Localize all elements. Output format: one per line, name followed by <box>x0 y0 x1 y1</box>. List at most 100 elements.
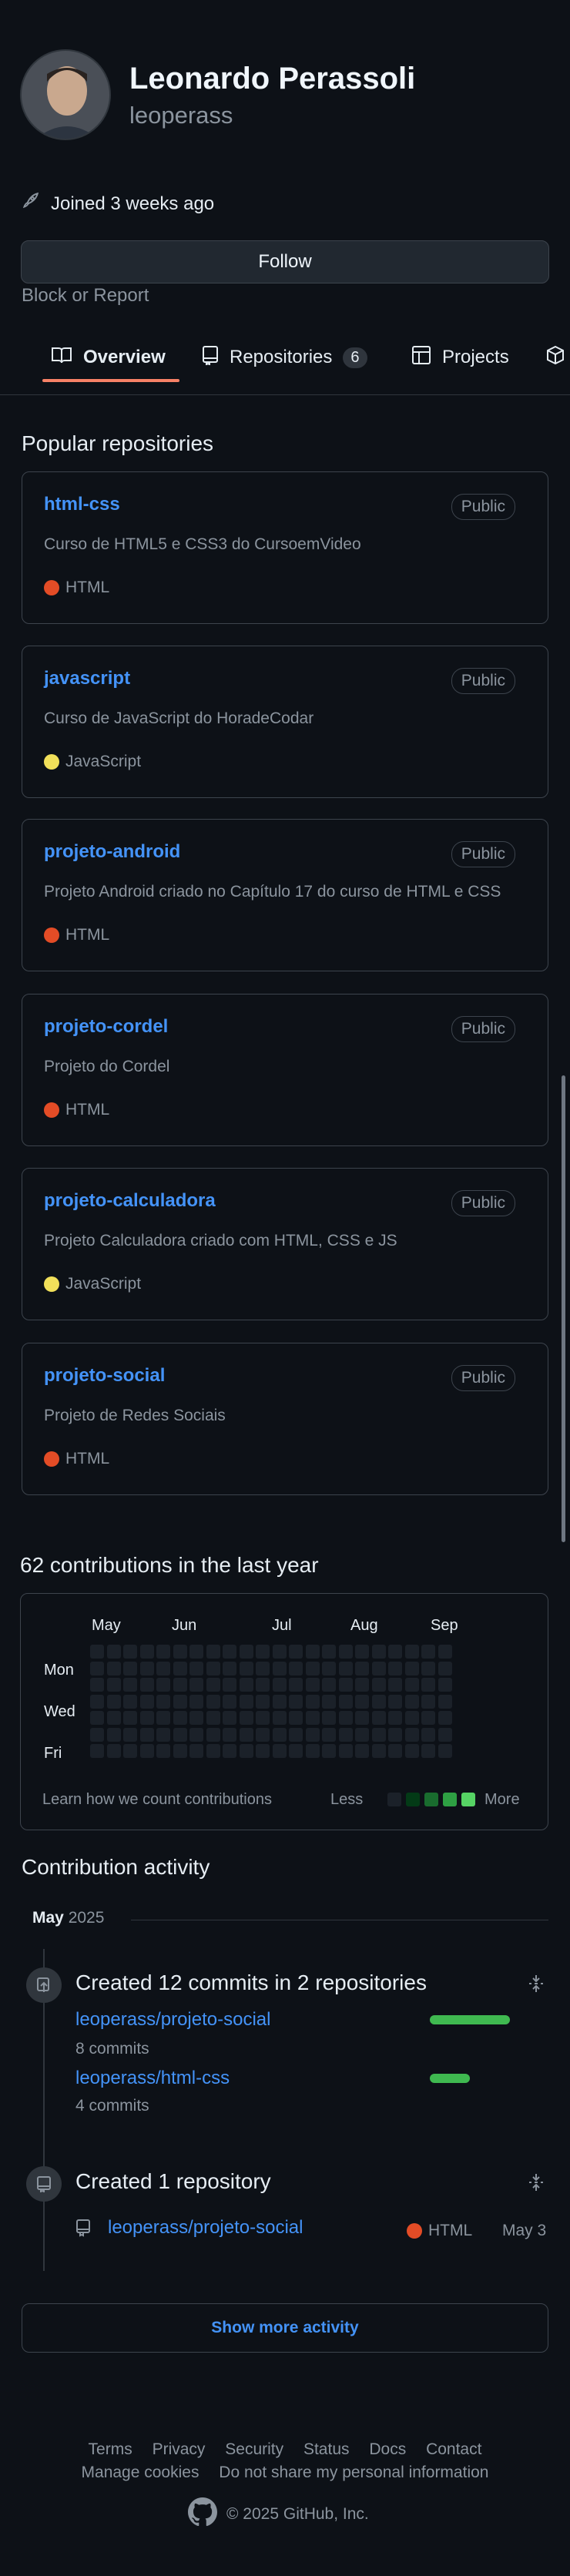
footer-link-do-not-share[interactable]: Do not share my personal information <box>219 2464 488 2481</box>
collapse-icon[interactable] <box>527 1974 545 1997</box>
contribution-day[interactable] <box>156 1711 170 1725</box>
contribution-day[interactable] <box>256 1694 270 1709</box>
contribution-day[interactable] <box>156 1678 170 1692</box>
contribution-day[interactable] <box>239 1711 253 1725</box>
contribution-day[interactable] <box>355 1694 369 1709</box>
contribution-day[interactable] <box>338 1694 353 1709</box>
contribution-day[interactable] <box>90 1711 104 1725</box>
contribution-day[interactable] <box>106 1711 121 1725</box>
contribution-day[interactable] <box>123 1694 137 1709</box>
contribution-day[interactable] <box>173 1711 187 1725</box>
contribution-day[interactable] <box>371 1727 386 1742</box>
contribution-day[interactable] <box>305 1678 320 1692</box>
tab-packages[interactable] <box>545 333 565 382</box>
contribution-day[interactable] <box>189 1694 203 1709</box>
contribution-day[interactable] <box>173 1645 187 1659</box>
contribution-day[interactable] <box>139 1711 154 1725</box>
contribution-day[interactable] <box>388 1661 402 1675</box>
contribution-day[interactable] <box>173 1694 187 1709</box>
contribution-day[interactable] <box>289 1694 303 1709</box>
contribution-day[interactable] <box>388 1694 402 1709</box>
contribution-day[interactable] <box>421 1694 435 1709</box>
contribution-day[interactable] <box>256 1727 270 1742</box>
contribution-day[interactable] <box>438 1661 452 1675</box>
contribution-day[interactable] <box>156 1694 170 1709</box>
contribution-day[interactable] <box>355 1711 369 1725</box>
contribution-day[interactable] <box>388 1678 402 1692</box>
contribution-day[interactable] <box>189 1744 203 1758</box>
commit-repo-link[interactable]: leoperass/html-css <box>75 2068 230 2089</box>
contribution-day[interactable] <box>355 1727 369 1742</box>
learn-contributions-link[interactable]: Learn how we count contributions <box>42 1791 272 1809</box>
contribution-day[interactable] <box>90 1661 104 1675</box>
contribution-day[interactable] <box>322 1744 336 1758</box>
contribution-day[interactable] <box>388 1711 402 1725</box>
contribution-day[interactable] <box>139 1744 154 1758</box>
contribution-day[interactable] <box>438 1727 452 1742</box>
footer-link-docs[interactable]: Docs <box>369 2440 406 2458</box>
contribution-day[interactable] <box>223 1645 236 1659</box>
contribution-day[interactable] <box>256 1661 270 1675</box>
contribution-day[interactable] <box>404 1645 419 1659</box>
repo-name-link[interactable]: projeto-cordel <box>44 1016 168 1038</box>
commit-repo-link[interactable]: leoperass/projeto-social <box>75 2009 270 2031</box>
contribution-day[interactable] <box>139 1694 154 1709</box>
contribution-day[interactable] <box>90 1678 104 1692</box>
footer-link-cookies[interactable]: Manage cookies <box>82 2464 200 2481</box>
tab-overview[interactable]: Overview <box>51 333 166 382</box>
contribution-day[interactable] <box>404 1744 419 1758</box>
contribution-day[interactable] <box>90 1694 104 1709</box>
contribution-day[interactable] <box>305 1727 320 1742</box>
footer-link-contact[interactable]: Contact <box>426 2440 481 2458</box>
contribution-day[interactable] <box>106 1744 121 1758</box>
contribution-day[interactable] <box>256 1711 270 1725</box>
contribution-day[interactable] <box>421 1678 435 1692</box>
contribution-day[interactable] <box>206 1645 220 1659</box>
contribution-day[interactable] <box>421 1744 435 1758</box>
contribution-day[interactable] <box>272 1645 287 1659</box>
contribution-day[interactable] <box>338 1711 353 1725</box>
contribution-day[interactable] <box>223 1694 236 1709</box>
contribution-day[interactable] <box>206 1711 220 1725</box>
contribution-day[interactable] <box>206 1744 220 1758</box>
contribution-day[interactable] <box>438 1744 452 1758</box>
contribution-day[interactable] <box>139 1645 154 1659</box>
contribution-day[interactable] <box>256 1645 270 1659</box>
contribution-day[interactable] <box>256 1744 270 1758</box>
contribution-day[interactable] <box>206 1678 220 1692</box>
tab-repositories[interactable]: Repositories 6 <box>202 333 367 382</box>
contribution-day[interactable] <box>438 1694 452 1709</box>
follow-button[interactable]: Follow <box>21 240 549 283</box>
footer-link-security[interactable]: Security <box>225 2440 283 2458</box>
contribution-day[interactable] <box>223 1711 236 1725</box>
contribution-day[interactable] <box>438 1678 452 1692</box>
commits-activity-title[interactable]: Created 12 commits in 2 repositories <box>75 1971 427 1995</box>
contribution-day[interactable] <box>322 1678 336 1692</box>
contribution-day[interactable] <box>338 1744 353 1758</box>
contribution-day[interactable] <box>322 1727 336 1742</box>
contribution-day[interactable] <box>239 1645 253 1659</box>
contribution-day[interactable] <box>355 1661 369 1675</box>
contribution-day[interactable] <box>106 1661 121 1675</box>
contribution-day[interactable] <box>123 1661 137 1675</box>
contribution-day[interactable] <box>355 1744 369 1758</box>
contribution-day[interactable] <box>156 1727 170 1742</box>
contribution-day[interactable] <box>322 1661 336 1675</box>
contribution-day[interactable] <box>123 1744 137 1758</box>
contribution-day[interactable] <box>156 1744 170 1758</box>
contribution-day[interactable] <box>206 1694 220 1709</box>
contribution-day[interactable] <box>206 1727 220 1742</box>
contribution-day[interactable] <box>173 1678 187 1692</box>
show-more-activity-button[interactable]: Show more activity <box>22 2303 548 2353</box>
contribution-day[interactable] <box>404 1727 419 1742</box>
contribution-day[interactable] <box>305 1694 320 1709</box>
contribution-day[interactable] <box>371 1661 386 1675</box>
contribution-day[interactable] <box>272 1711 287 1725</box>
contribution-day[interactable] <box>106 1645 121 1659</box>
contribution-day[interactable] <box>289 1727 303 1742</box>
contribution-day[interactable] <box>156 1645 170 1659</box>
contribution-day[interactable] <box>438 1645 452 1659</box>
footer-link-privacy[interactable]: Privacy <box>153 2440 206 2458</box>
repo-name-link[interactable]: projeto-android <box>44 841 180 863</box>
contribution-day[interactable] <box>239 1661 253 1675</box>
